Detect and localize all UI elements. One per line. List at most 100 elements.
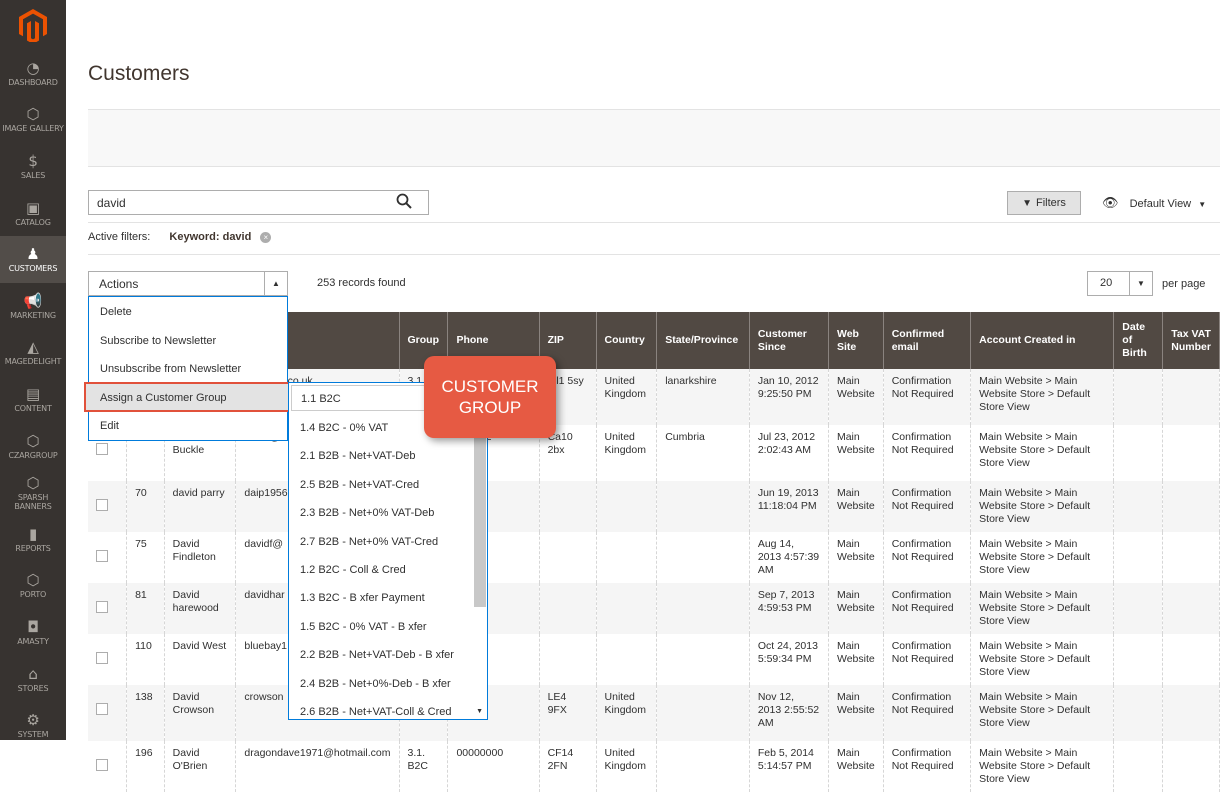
sidebar-item-catalog[interactable]: ▣ CATALOG (0, 190, 66, 237)
group-option[interactable]: 2.5 B2B - Net+VAT-Cred (289, 470, 487, 498)
cell-value: Jan 10, 2012 9:25:50 PM (757, 375, 819, 400)
sidebar-item-sparsh-banners[interactable]: ⬡ SPARSH BANNERS (0, 469, 66, 516)
sidebar-item-czargroup[interactable]: ⬡ CZARGROUP (0, 423, 66, 470)
row-select-cell[interactable] (88, 741, 128, 792)
cell-value: David Crowson (172, 691, 215, 716)
column-header[interactable]: Customer Since (749, 312, 829, 369)
divider (88, 222, 1220, 223)
group-option[interactable]: 2.1 B2B - Net+VAT-Deb (289, 441, 487, 469)
row-checkbox[interactable] (96, 703, 108, 715)
view-selector[interactable]: 👁 Default View ▼ (1102, 195, 1206, 211)
nav-icon: ◭ (27, 338, 39, 357)
sidebar-item-amasty[interactable]: ◘ AMASTY (0, 609, 66, 656)
sidebar-item-image-gallery[interactable]: ⬡ IMAGE GALLERY (0, 97, 66, 144)
search-input[interactable] (88, 190, 429, 215)
filters-button[interactable]: ▼ Filters (1007, 191, 1081, 215)
column-header[interactable]: Tax VAT Number (1162, 312, 1220, 369)
cell-dob (1113, 425, 1164, 481)
cell-confirmed: Confirmation Not Required (883, 583, 972, 634)
sidebar-item-porto[interactable]: ⬡ PORTO (0, 563, 66, 610)
group-option[interactable]: 1.3 B2C - B xfer Payment (289, 583, 487, 611)
table-row[interactable]: 81 David harewood davidhar Sep 7, 2013 4:59… (88, 583, 1220, 634)
cell-value: Main Website > Main Website Store > Defa… (979, 691, 1091, 729)
group-option[interactable]: 2.6 B2B - Net+VAT-Coll & Cred (289, 697, 487, 719)
cell-since: Oct 24, 2013 5:59:34 PM (749, 634, 829, 685)
group-option[interactable]: 2.3 B2B - Net+0% VAT-Deb (289, 498, 487, 526)
action-subscribe[interactable]: Subscribe to Newsletter (89, 326, 287, 355)
sidebar-item-system[interactable]: ⚙ SYSTEM (0, 702, 66, 749)
row-select-cell[interactable] (88, 634, 128, 685)
group-option[interactable]: 2.2 B2B - Net+VAT-Deb - B xfer (289, 640, 487, 668)
row-select-cell[interactable] (88, 583, 128, 634)
table-row[interactable]: 196 David O'Brien dragondave1971@hotmail.c… (88, 741, 1220, 792)
row-select-cell[interactable] (88, 685, 128, 741)
cell-confirmed: Confirmation Not Required (883, 741, 972, 792)
cell-taxvat (1162, 685, 1220, 741)
active-filters: Active filters: Keyword: david × (88, 231, 272, 243)
row-select-cell[interactable] (88, 481, 128, 532)
action-edit[interactable]: Edit (89, 411, 287, 440)
column-header[interactable]: Web Site (828, 312, 884, 369)
row-checkbox[interactable] (96, 652, 108, 664)
cell-value: Main Website > Main Website Store > Defa… (979, 747, 1091, 785)
sidebar-item-dashboard[interactable]: ◔ DASHBOARD (0, 50, 66, 97)
column-header[interactable]: Country (596, 312, 658, 369)
table-row[interactable]: 110 David West bluebay1 Oct 24, 2013 5:59:3… (88, 634, 1220, 685)
funnel-icon: ▼ (1022, 197, 1032, 209)
cell-id: 196 (126, 741, 165, 792)
scrollbar[interactable] (474, 437, 486, 607)
row-checkbox[interactable] (96, 759, 108, 771)
row-checkbox[interactable] (96, 601, 108, 613)
row-checkbox[interactable] (96, 443, 108, 455)
sidebar-item-reports[interactable]: ▮ REPORTS (0, 516, 66, 563)
cell-state (656, 634, 750, 685)
view-label: Default View (1129, 198, 1192, 210)
group-option[interactable]: 1.5 B2C - 0% VAT - B xfer (289, 612, 487, 640)
per-page-select[interactable]: 20 ▼ (1087, 271, 1153, 296)
column-header[interactable]: Confirmed email (883, 312, 972, 369)
cell-value: 81 (135, 589, 147, 601)
column-header[interactable]: Date of Birth (1113, 312, 1164, 369)
magento-logo[interactable] (0, 0, 66, 50)
cell-value: Nov 12, 2013 2:55:52 AM (757, 691, 820, 729)
column-header[interactable]: State/Province (656, 312, 750, 369)
cell-country (596, 532, 658, 583)
cell-name: David Crowson (164, 685, 237, 741)
column-header[interactable]: Account Created in (970, 312, 1115, 369)
table-row[interactable]: 70 david parry daip1956 Jun 19, 2013 11:18:… (88, 481, 1220, 532)
table-row[interactable]: 138David Crowsoncrowson57540LE4 9FXUnite… (88, 685, 1220, 741)
records-count: 253 records found (317, 277, 406, 289)
scroll-down-icon[interactable]: ▼ (476, 708, 483, 715)
search-icon[interactable] (396, 193, 416, 213)
cell-value: Feb 5, 2014 5:14:57 PM (757, 747, 814, 772)
cell-value: Confirmation Not Required (891, 375, 954, 400)
sidebar-item-magedelight[interactable]: ◭ MAGEDELIGHT (0, 330, 66, 377)
row-checkbox[interactable] (96, 550, 108, 562)
actions-select[interactable]: Actions ▲ (88, 271, 288, 296)
sidebar-item-content[interactable]: ▤ CONTENT (0, 376, 66, 423)
cell-value: Main Website (836, 691, 875, 716)
cell-value: Main Website > Main Website Store > Defa… (979, 487, 1091, 525)
table-row[interactable]: 75 David Findleton davidf@ Aug 14, 2013 4:5… (88, 532, 1220, 583)
group-option[interactable]: 2.4 B2B - Net+0%-Deb - B xfer (289, 669, 487, 697)
group-option[interactable]: 2.7 B2B - Net+0% VAT-Cred (289, 527, 487, 555)
action-assign-group[interactable]: Assign a Customer Group (84, 381, 292, 412)
sidebar-item-stores[interactable]: ⌂ STORES (0, 656, 66, 703)
cell-value: Confirmation Not Required (891, 589, 954, 614)
nav-label: SALES (20, 170, 46, 180)
cell-value: Confirmation Not Required (891, 431, 954, 456)
remove-filter-icon[interactable]: × (260, 232, 272, 243)
page-title: Customers (88, 62, 190, 85)
sidebar-item-customers[interactable]: ♟ CUSTOMERS (0, 236, 66, 283)
group-option[interactable]: 1.2 B2C - Coll & Cred (289, 555, 487, 583)
nav-label: CATALOG (15, 217, 51, 227)
nav-icon: ▮ (28, 524, 38, 543)
sidebar-item-sales[interactable]: $ SALES (0, 143, 66, 190)
cell-id: 110 (126, 634, 165, 685)
row-checkbox[interactable] (96, 499, 108, 511)
action-unsubscribe[interactable]: Unsubscribe from Newsletter (89, 354, 287, 383)
row-select-cell[interactable] (88, 532, 128, 583)
sidebar-item-marketing[interactable]: 📢 MARKETING (0, 283, 66, 330)
action-delete[interactable]: Delete (89, 297, 287, 326)
nav-icon: ⬡ (26, 473, 40, 492)
